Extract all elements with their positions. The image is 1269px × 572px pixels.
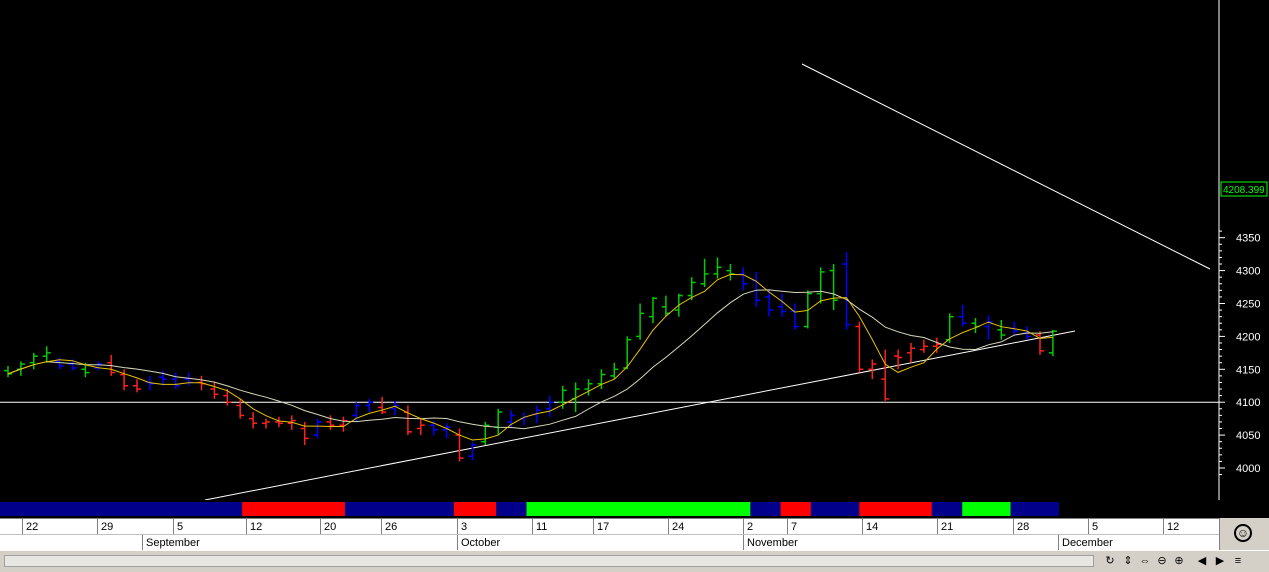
y-tick-label: 4250	[1236, 299, 1260, 311]
date-tick-label: 24	[668, 519, 684, 535]
y-tick-label: 4150	[1236, 364, 1260, 376]
month-label: December	[1058, 535, 1113, 551]
trend-band-segment	[931, 502, 963, 516]
trend-band-segment	[780, 502, 811, 516]
month-label: September	[142, 535, 200, 551]
smiley-icon[interactable]: ☺	[1234, 524, 1252, 542]
date-tick-label: 5	[1088, 519, 1098, 535]
date-tick-label: 2	[743, 519, 753, 535]
trend-indicator-band	[0, 502, 1059, 516]
trend-band-segment	[0, 502, 243, 516]
menu-icon[interactable]: ≡	[1230, 553, 1246, 569]
chart-toolbar: ↻ ⇕ ⇔ ⊖ ⊕ ◀ ▶ ≡	[0, 550, 1269, 572]
month-axis: September October November December	[0, 534, 1219, 551]
y-tick-label: 4200	[1236, 331, 1260, 343]
zoom-out-icon[interactable]: ⊖	[1154, 553, 1170, 569]
move-horizontal-icon[interactable]: ⇔	[1137, 553, 1153, 569]
trend-band-segment	[242, 502, 345, 516]
month-label: November	[743, 535, 798, 551]
date-tick-label: 17	[593, 519, 609, 535]
trend-band-segment	[496, 502, 527, 516]
move-vertical-icon[interactable]: ⇕	[1120, 553, 1136, 569]
date-tick-label: 11	[532, 519, 547, 535]
date-tick-label: 26	[381, 519, 397, 535]
date-tick-label: 28	[1013, 519, 1029, 535]
trend-band-segment	[344, 502, 454, 516]
date-tick-label: 7	[787, 519, 797, 535]
zoom-in-icon[interactable]: ⊕	[1171, 553, 1187, 569]
date-tick-label: 29	[97, 519, 113, 535]
y-tick-label: 4050	[1236, 430, 1260, 442]
trend-band-segment	[1010, 502, 1059, 516]
trend-band-segment	[526, 502, 751, 516]
date-tick-label: 22	[22, 519, 38, 535]
date-tick-label: 12	[1163, 519, 1179, 535]
arrow-right-icon[interactable]: ▶	[1212, 553, 1228, 569]
date-tick-label: 14	[862, 519, 878, 535]
y-tick-label: 4350	[1236, 233, 1260, 245]
trend-band-segment	[962, 502, 1011, 516]
date-tick-label: 5	[173, 519, 183, 535]
y-tick-label: 4300	[1236, 266, 1260, 278]
arrow-left-icon[interactable]: ◀	[1194, 553, 1210, 569]
y-tick-label: 4000	[1236, 463, 1260, 475]
date-axis: 22 29 5 12 20 26 3 11 17 24 2 7 14 21 28 5 12	[0, 518, 1219, 535]
trend-band-segment	[750, 502, 781, 516]
date-tick-label: 20	[320, 519, 336, 535]
date-tick-label: 3	[457, 519, 467, 535]
date-tick-label: 21	[937, 519, 953, 535]
trend-band-segment	[453, 502, 497, 516]
horizontal-scrollbar[interactable]	[4, 555, 1094, 567]
price-chart[interactable]: 4000 4050 4100 4150 4200 4250 4300 4350 4208.39…	[0, 0, 1269, 500]
month-label: October	[457, 535, 500, 551]
date-tick-label: 12	[246, 519, 262, 535]
sentiment-panel[interactable]: ☺	[1219, 518, 1269, 550]
svg-text:4208.399: 4208.399	[1223, 185, 1265, 196]
last-price-tag: 4208.399	[1220, 181, 1268, 197]
y-tick-label: 4100	[1236, 397, 1260, 409]
trend-band-segment	[859, 502, 932, 516]
trend-band-segment	[810, 502, 860, 516]
refresh-icon[interactable]: ↻	[1102, 553, 1118, 569]
